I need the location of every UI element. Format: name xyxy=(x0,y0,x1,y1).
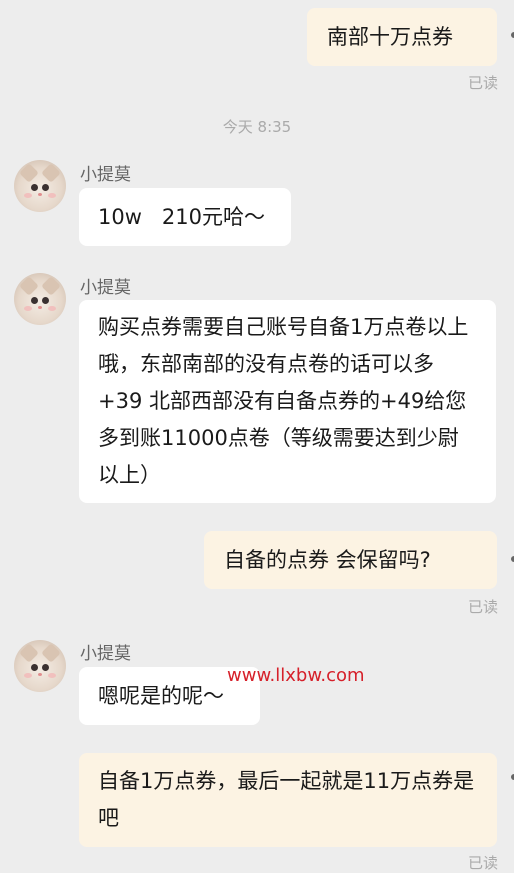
message-text: 南部十万点券 xyxy=(327,25,453,49)
message-bubble-outgoing[interactable]: 自备的点券 会保留吗? xyxy=(204,531,497,589)
message-bubble-outgoing[interactable]: 自备1万点券，最后一起就是11万点券是吧 xyxy=(79,753,497,847)
watermark: www.llxbw.com xyxy=(227,665,365,686)
sender-name: 小提莫 xyxy=(80,278,131,298)
message-text: 10w 210元哈～ xyxy=(98,205,266,229)
message-text: 自备的点券 会保留吗? xyxy=(224,548,431,572)
message-bubble-incoming[interactable]: 10w 210元哈～ xyxy=(79,188,291,246)
cat-avatar-icon[interactable] xyxy=(14,160,66,212)
message-bubble-incoming[interactable]: 购买点券需要自己账号自备1万点卷以上哦，东部南部的没有点卷的话可以多+39 北部… xyxy=(79,300,496,503)
sender-name: 小提莫 xyxy=(80,644,131,664)
cat-avatar-icon[interactable] xyxy=(14,640,66,692)
sender-name: 小提莫 xyxy=(80,165,131,185)
message-bubble-outgoing[interactable]: 南部十万点券 xyxy=(307,8,497,66)
read-receipt: 已读 xyxy=(467,854,498,872)
message-text: 自备1万点券，最后一起就是11万点券是吧 xyxy=(98,769,475,830)
message-text: 购买点券需要自己账号自备1万点卷以上哦，东部南部的没有点卷的话可以多+39 北部… xyxy=(98,315,469,487)
cat-avatar-icon[interactable] xyxy=(14,273,66,325)
timestamp: 今天 8:35 xyxy=(222,118,292,136)
read-receipt: 已读 xyxy=(467,598,498,616)
message-text: 嗯呢是的呢～ xyxy=(98,684,224,708)
read-receipt: 已读 xyxy=(467,74,498,92)
